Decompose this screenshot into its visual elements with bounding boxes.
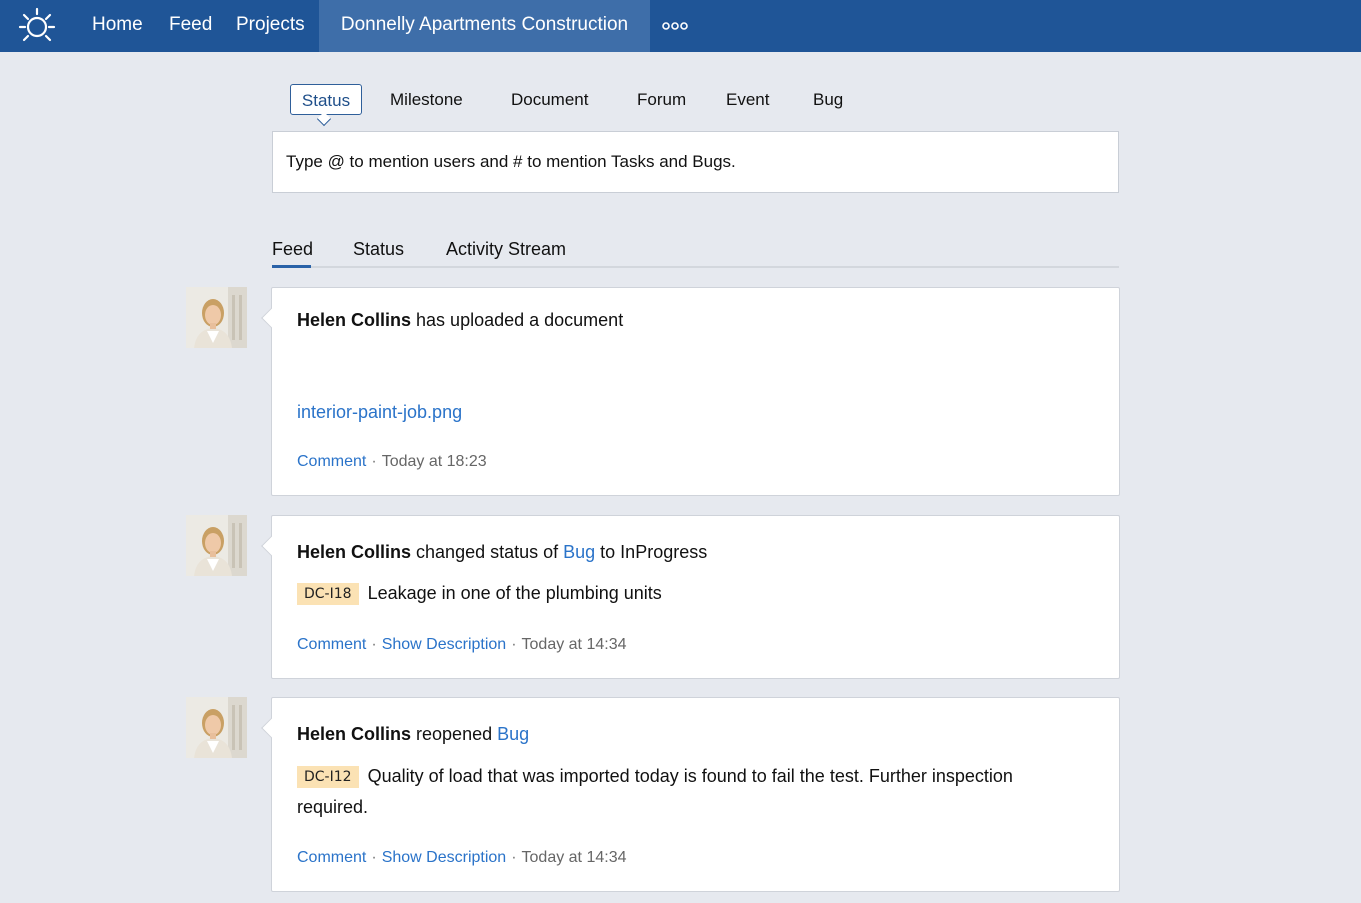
card-pointer — [261, 308, 281, 328]
nav-active-project[interactable]: Donnelly Apartments Construction — [319, 0, 650, 52]
user-name-link[interactable]: Helen Collins — [297, 724, 411, 744]
card-actions: Comment · Show Description · Today at 14:34 — [297, 847, 626, 869]
composer-tab-forum[interactable]: Forum — [637, 88, 686, 112]
separator-dot: · — [511, 636, 517, 653]
document-link[interactable]: interior-paint-job.png — [297, 400, 462, 424]
avatar[interactable] — [186, 287, 247, 348]
bug-title: Quality of load that was imported today … — [297, 766, 1013, 817]
action-suffix: to InProgress — [595, 542, 708, 562]
separator-dot: · — [371, 849, 377, 866]
status-composer-input[interactable]: Type @ to mention users and # to mention… — [272, 131, 1119, 193]
card-pointer — [261, 536, 281, 556]
action-text: changed status of — [411, 542, 564, 562]
bug-id-badge[interactable]: DC-I18 — [297, 583, 359, 605]
composer-tab-document[interactable]: Document — [511, 88, 588, 112]
separator-dot: · — [371, 636, 377, 653]
show-description-link[interactable]: Show Description — [382, 849, 507, 866]
feed-tab-activity-stream[interactable]: Activity Stream — [446, 237, 566, 261]
composer-tab-status[interactable]: Status — [290, 84, 362, 115]
more-dots-icon[interactable] — [661, 19, 689, 33]
comment-link[interactable]: Comment — [297, 636, 366, 653]
card-headline: Helen Collins changed status of Bug to I… — [297, 540, 707, 564]
nav-feed[interactable]: Feed — [169, 0, 212, 52]
bug-link[interactable]: Bug — [497, 724, 529, 744]
bug-link[interactable]: Bug — [563, 542, 595, 562]
bug-summary: DC-I12 Quality of load that was imported … — [297, 761, 1067, 823]
card-actions: Comment · Today at 18:23 — [297, 451, 487, 473]
feed-card: Helen Collins has uploaded a document in… — [261, 287, 1120, 496]
action-text: reopened — [411, 724, 498, 744]
timestamp: Today at 18:23 — [381, 453, 487, 470]
active-feed-tab-indicator — [272, 265, 311, 268]
comment-link[interactable]: Comment — [297, 849, 366, 866]
timestamp: Today at 14:34 — [521, 636, 627, 653]
composer-tab-milestone[interactable]: Milestone — [390, 88, 463, 112]
bug-id-badge[interactable]: DC-I12 — [297, 766, 359, 788]
card-headline: Helen Collins reopened Bug — [297, 722, 529, 746]
feed-tab-feed[interactable]: Feed — [272, 237, 313, 261]
feed-card: Helen Collins changed status of Bug to I… — [261, 515, 1120, 679]
user-name-link[interactable]: Helen Collins — [297, 310, 411, 330]
avatar[interactable] — [186, 697, 247, 758]
bug-sun-icon[interactable] — [18, 6, 56, 44]
user-name-link[interactable]: Helen Collins — [297, 542, 411, 562]
comment-link[interactable]: Comment — [297, 453, 366, 470]
bug-summary: DC-I18 Leakage in one of the plumbing uni… — [297, 578, 1067, 609]
nav-projects[interactable]: Projects — [236, 0, 305, 52]
nav-home[interactable]: Home — [92, 0, 143, 52]
top-navigation-bar: Home Feed Projects Donnelly Apartments C… — [0, 0, 1361, 52]
card-actions: Comment · Show Description · Today at 14:34 — [297, 634, 626, 656]
composer-tab-bug[interactable]: Bug — [813, 88, 843, 112]
feed-tabs-divider — [272, 266, 1119, 268]
card-pointer — [261, 718, 281, 738]
timestamp: Today at 14:34 — [521, 849, 627, 866]
action-text: has uploaded a document — [411, 310, 624, 330]
separator-dot: · — [371, 453, 377, 470]
card-headline: Helen Collins has uploaded a document — [297, 308, 623, 332]
feed-card: Helen Collins reopened Bug DC-I12 Quality… — [261, 697, 1120, 892]
composer-tab-event[interactable]: Event — [726, 88, 769, 112]
show-description-link[interactable]: Show Description — [382, 636, 507, 653]
avatar[interactable] — [186, 515, 247, 576]
separator-dot: · — [511, 849, 517, 866]
feed-tab-status[interactable]: Status — [353, 237, 404, 261]
bug-title: Leakage in one of the plumbing units — [367, 583, 662, 603]
